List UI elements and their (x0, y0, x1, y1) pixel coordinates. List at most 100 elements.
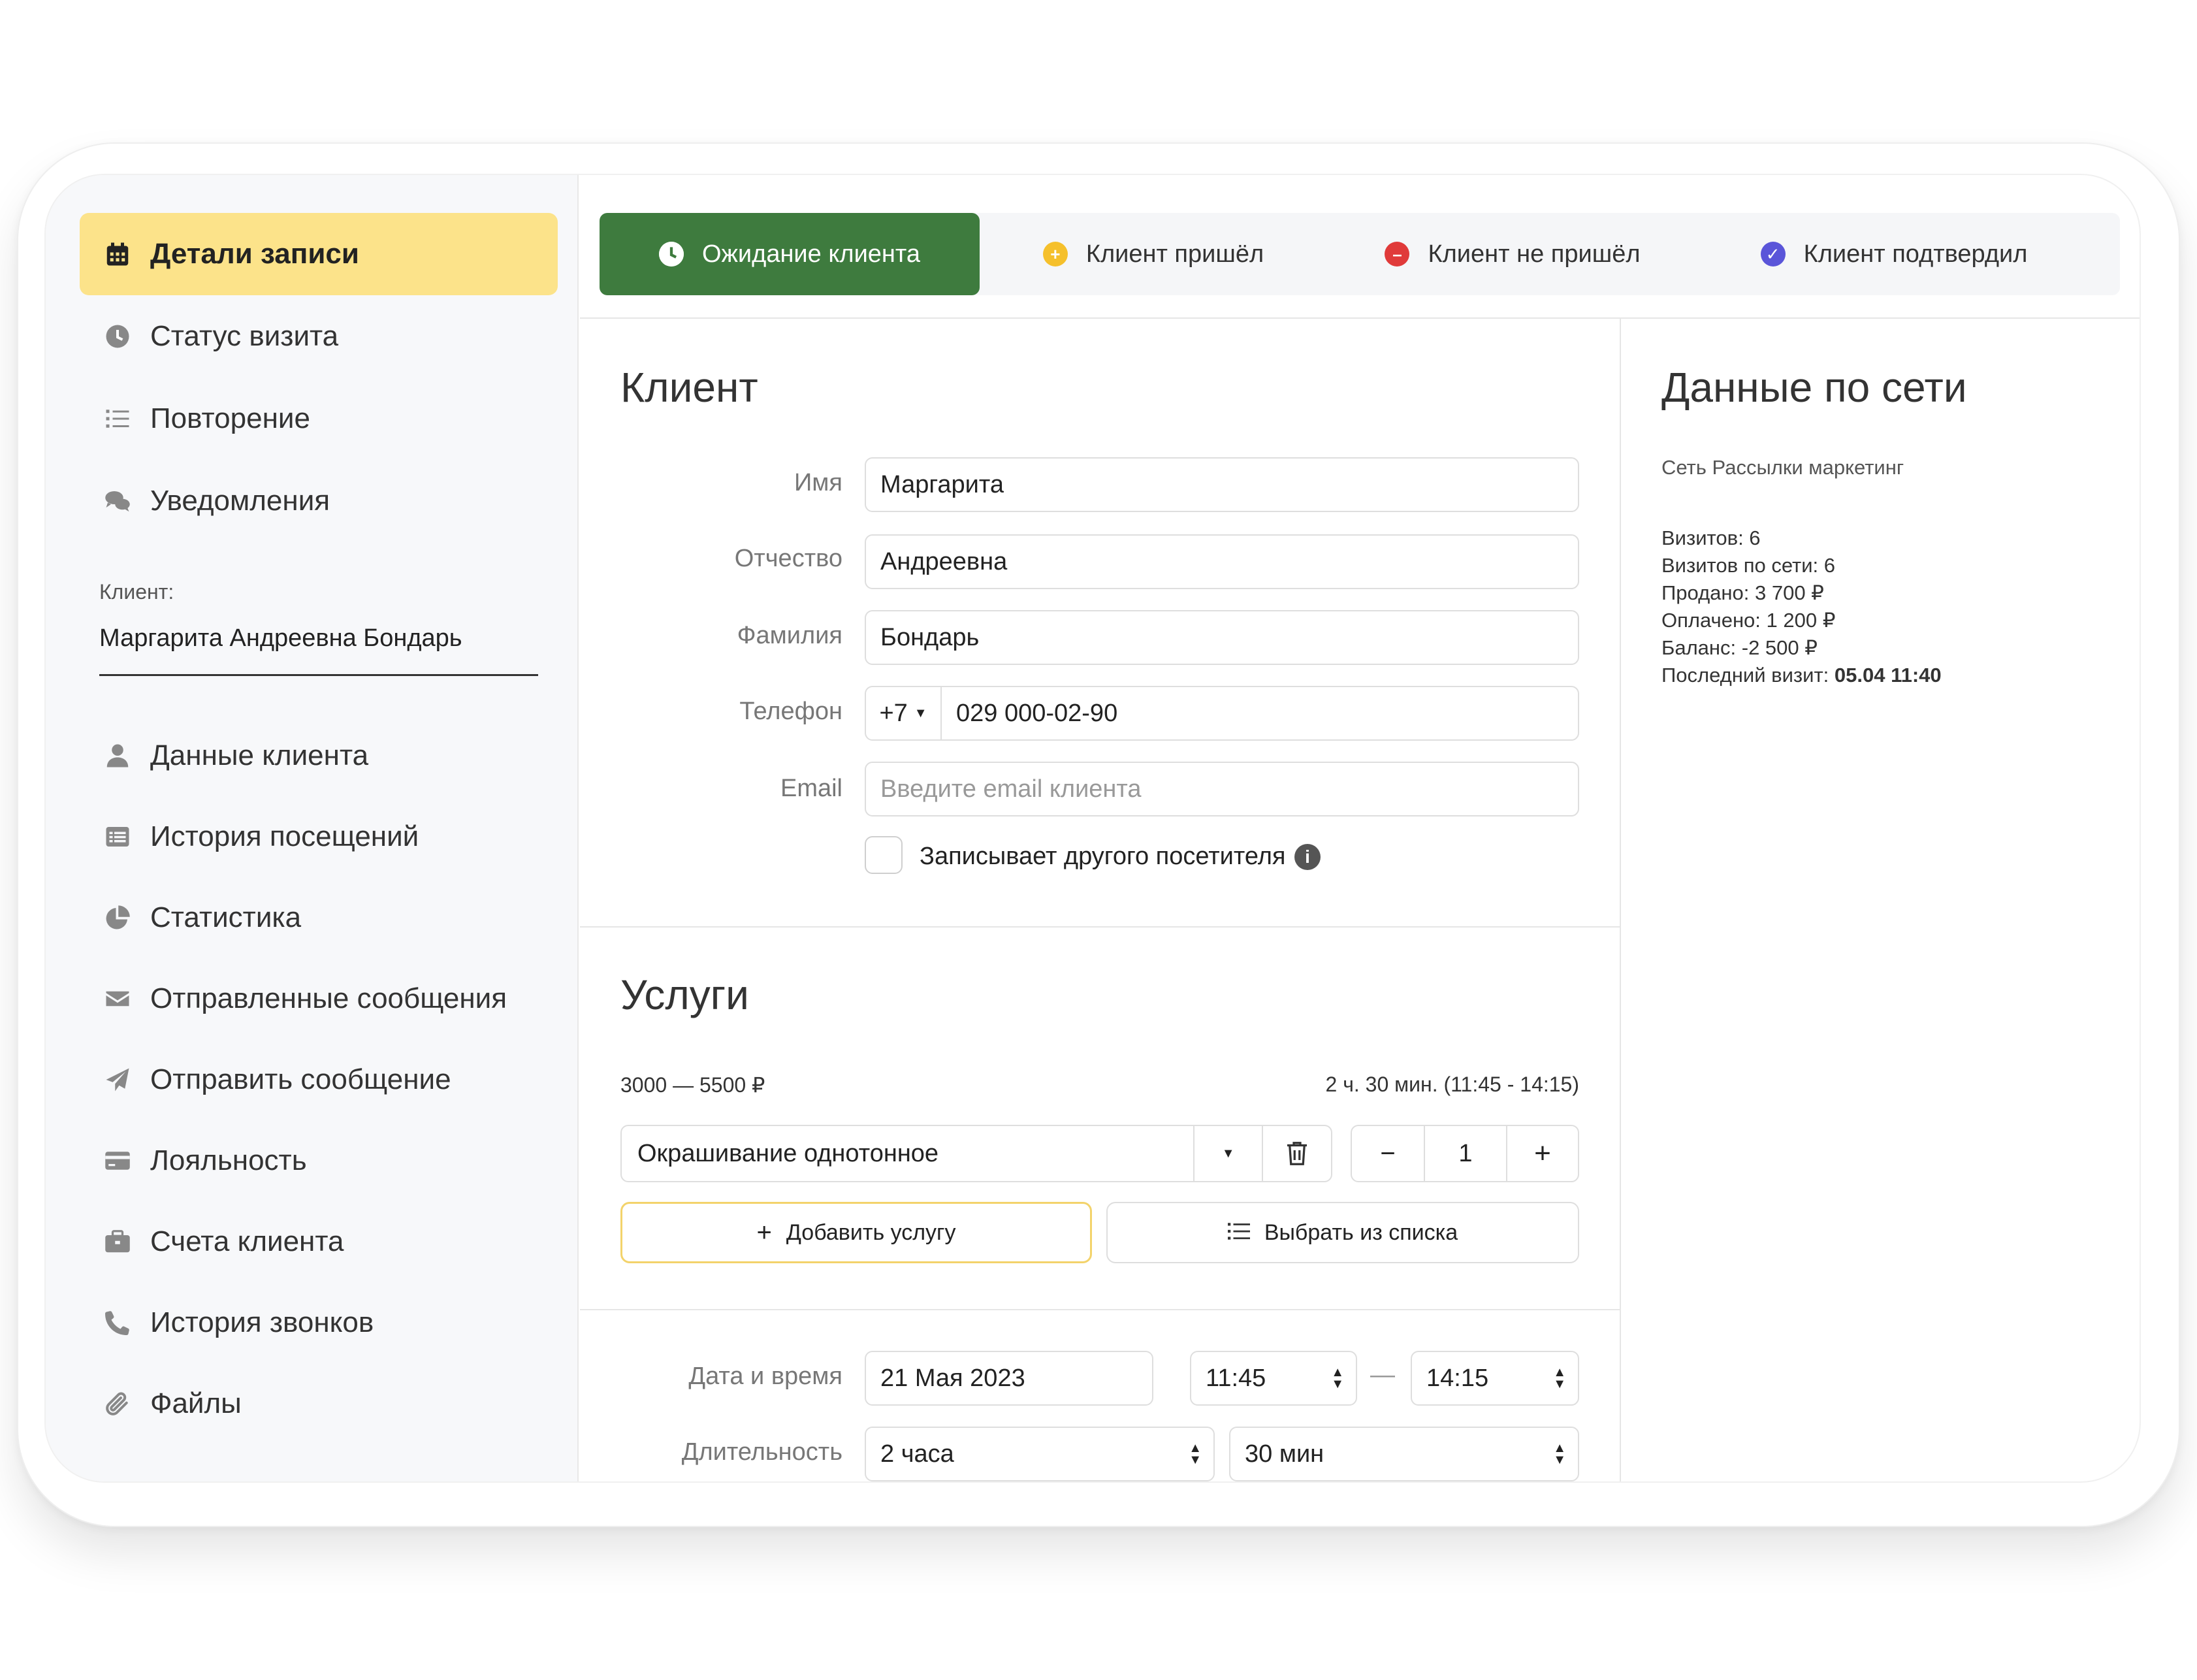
time-dash: — (1370, 1361, 1395, 1389)
phone-code-select[interactable]: +7 ▼ (866, 687, 942, 739)
sidebar-item-client-accounts[interactable]: Счета клиента (80, 1201, 558, 1283)
phone-input[interactable]: 029 000-02-90 (956, 700, 1117, 728)
increase-button[interactable]: + (1507, 1126, 1578, 1181)
sidebar-item-sent-messages[interactable]: Отправленные сообщения (80, 958, 558, 1040)
status-arrived-button[interactable]: + Клиент пришёл (980, 213, 1327, 295)
email-label: Email (780, 775, 842, 802)
app-window: Детали записи Статус визита Повторение У… (46, 175, 2140, 1481)
surname-input[interactable]: Бондарь (865, 610, 1579, 665)
status-label: Ожидание клиента (701, 240, 921, 268)
duration-hours-value: 2 часа (880, 1440, 954, 1468)
envelope-icon (103, 984, 132, 1013)
status-confirmed-button[interactable]: ✓ Клиент подтвердил (1698, 213, 2090, 295)
status-label: Клиент пришёл (1085, 240, 1264, 268)
last-visit-label: Последний визит: (1661, 664, 1835, 687)
chat-icon (103, 487, 132, 515)
end-time-select[interactable]: 14:15 ▲ ▼ (1411, 1351, 1579, 1406)
history-icon (103, 822, 132, 851)
clock-icon (658, 242, 684, 267)
sidebar: Детали записи Статус визита Повторение У… (46, 175, 579, 1481)
sidebar-item-label: Лояльность (150, 1144, 307, 1176)
sidebar-item-files[interactable]: Файлы (80, 1363, 558, 1445)
date-input[interactable]: 21 Мая 2023 (865, 1351, 1153, 1406)
price-range: 3000 — 5500 ₽ (620, 1073, 765, 1097)
duration-minutes-select[interactable]: 30 мин ▲ ▼ (1229, 1427, 1579, 1481)
sidebar-item-notifications[interactable]: Уведомления (80, 460, 558, 542)
phone-icon (103, 1308, 132, 1337)
add-service-button[interactable]: + Добавить услугу (620, 1202, 1092, 1263)
sidebar-item-visit-history[interactable]: История посещений (80, 796, 558, 878)
service-name: Окрашивание однотонное (637, 1139, 939, 1167)
sidebar-item-statistics[interactable]: Статистика (80, 877, 558, 959)
sidebar-item-loyalty[interactable]: Лояльность (80, 1120, 558, 1202)
client-caption: Клиент: (99, 580, 174, 604)
updown-arrows-icon: ▲ ▼ (1553, 1365, 1566, 1391)
services-section-title: Услуги (620, 971, 749, 1018)
other-visitor-checkbox[interactable] (865, 836, 903, 874)
service-select[interactable]: Окрашивание однотонное ▼ (620, 1125, 1332, 1182)
sidebar-item-send-message[interactable]: Отправить сообщение (80, 1039, 558, 1121)
sidebar-item-repeat[interactable]: Повторение (80, 378, 558, 460)
network-visits-count: Визитов по сети: 6 (1661, 554, 1836, 577)
add-service-label: Добавить услугу (786, 1220, 956, 1245)
status-waiting-button[interactable]: Ожидание клиента (600, 213, 980, 295)
services-section-divider (580, 1309, 1620, 1310)
name-input[interactable]: Маргарита (865, 457, 1579, 512)
start-time-select[interactable]: 11:45 ▲ ▼ (1190, 1351, 1357, 1406)
client-section-divider (580, 926, 1620, 928)
sidebar-item-call-history[interactable]: История звонков (80, 1282, 558, 1364)
network-name: Сеть Рассылки маркетинг (1661, 456, 1904, 479)
updown-arrows-icon: ▲ ▼ (1189, 1441, 1202, 1467)
sidebar-item-label: Счета клиента (150, 1225, 344, 1257)
patronymic-input[interactable]: Андреевна (865, 534, 1579, 589)
patronymic-label: Отчество (734, 545, 842, 572)
phone-field: +7 ▼ 029 000-02-90 (865, 686, 1579, 741)
caret-down-icon: ▼ (1221, 1146, 1235, 1161)
decrease-button[interactable]: − (1352, 1126, 1424, 1181)
sidebar-item-appointment-details[interactable]: Детали записи (80, 213, 558, 295)
list-icon (103, 404, 132, 433)
choose-from-list-button[interactable]: Выбрать из списка (1106, 1202, 1579, 1263)
client-full-name: Маргарита Андреевна Бондарь (99, 624, 462, 652)
delete-service-button[interactable] (1262, 1126, 1331, 1181)
phone-label: Телефон (739, 698, 842, 725)
check-circle-icon: ✓ (1760, 242, 1786, 267)
card-icon (103, 1146, 132, 1175)
sold-amount: Продано: 3 700 ₽ (1661, 581, 1824, 604)
balance-amount: Баланс: -2 500 ₽ (1661, 636, 1818, 659)
column-divider (1620, 317, 1621, 1481)
sidebar-item-label: Статистика (150, 901, 302, 933)
status-label: Клиент не пришёл (1428, 240, 1641, 268)
sidebar-item-label: Детали записи (150, 238, 359, 270)
sidebar-item-label: Данные клиента (150, 739, 369, 771)
email-input[interactable]: Введите email клиента (865, 762, 1579, 816)
duration-label: Длительность (681, 1438, 842, 1466)
network-section-title: Данные по сети (1661, 364, 1967, 411)
service-dropdown-button[interactable]: ▼ (1193, 1126, 1262, 1181)
sidebar-item-label: История звонков (150, 1306, 374, 1338)
visits-count: Визитов: 6 (1661, 526, 1761, 549)
phone-code-value: +7 (879, 699, 908, 727)
plus-icon: + (1534, 1137, 1551, 1169)
minus-icon: − (1380, 1139, 1396, 1168)
status-no-show-button[interactable]: – Клиент не пришёл (1327, 213, 1698, 295)
duration-minutes-value: 30 мин (1245, 1440, 1324, 1468)
sidebar-item-label: История посещений (150, 820, 419, 852)
quantity-value[interactable]: 1 (1424, 1126, 1507, 1181)
sidebar-item-label: Повторение (150, 402, 310, 434)
clock-icon (103, 322, 132, 351)
plus-circle-icon: + (1042, 242, 1068, 267)
sidebar-item-label: Статус визита (150, 320, 339, 352)
last-visit: Последний визит: 05.04 11:40 (1661, 664, 1942, 687)
updown-arrows-icon: ▲ ▼ (1331, 1365, 1344, 1391)
datetime-label: Дата и время (688, 1363, 842, 1390)
pie-chart-icon (103, 903, 132, 932)
sidebar-item-label: Отправить сообщение (150, 1063, 451, 1095)
paper-plane-icon (103, 1065, 132, 1094)
info-icon[interactable]: i (1294, 844, 1321, 870)
sidebar-item-client-data[interactable]: Данные клиента (80, 715, 558, 797)
list-icon (1227, 1218, 1250, 1248)
updown-arrows-icon: ▲ ▼ (1553, 1441, 1566, 1467)
duration-hours-select[interactable]: 2 часа ▲ ▼ (865, 1427, 1215, 1481)
sidebar-item-visit-status[interactable]: Статус визита (80, 295, 558, 378)
